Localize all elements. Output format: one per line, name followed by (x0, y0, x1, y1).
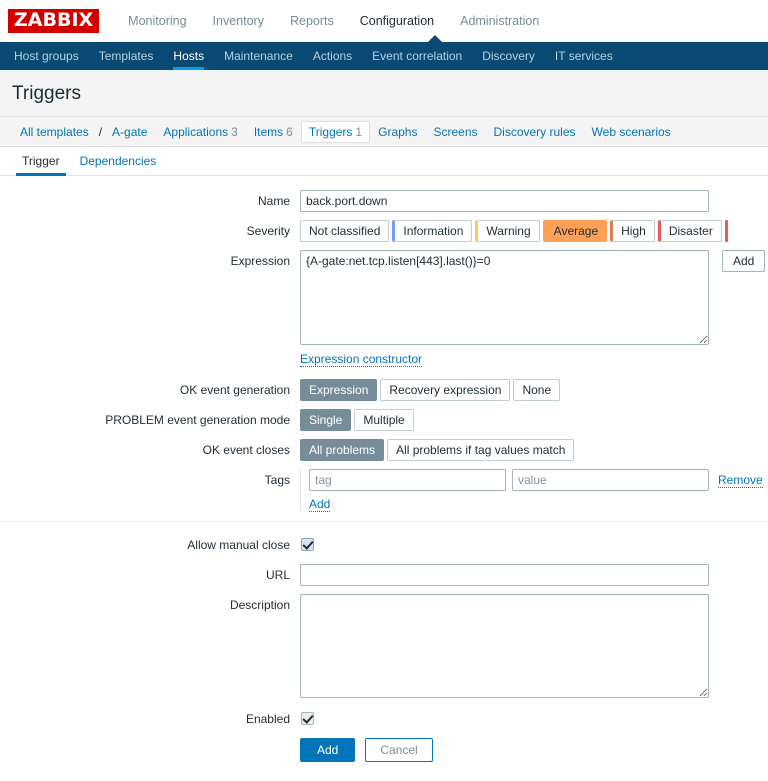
row-ok-event-closes: OK event closes All problems All problem… (0, 439, 768, 461)
problem-event-generation-mode-selector: Single Multiple (300, 409, 417, 431)
problem-mode-option-multiple[interactable]: Multiple (354, 409, 414, 431)
row-tags: Tags Remove Add (0, 469, 768, 512)
section-nav: Host groups Templates Hosts Maintenance … (0, 42, 768, 70)
severity-selector: Not classified Information Warning Avera… (300, 220, 728, 242)
object-tabs: All templates / A-gate Applications 3 Ite… (0, 117, 768, 147)
tag-value-input[interactable] (512, 469, 709, 491)
label-problem-event-generation-mode: PROBLEM event generation mode (105, 413, 290, 427)
expression-constructor-link[interactable]: Expression constructor (300, 352, 423, 367)
ok-event-closes-option-tag-values-match[interactable]: All problems if tag values match (387, 439, 575, 461)
row-ok-event-generation: OK event generation Expression Recovery … (0, 379, 768, 401)
objtab-discovery-rules[interactable]: Discovery rules (486, 121, 584, 143)
problem-mode-option-single[interactable]: Single (300, 409, 352, 431)
severity-option-high[interactable]: High (610, 220, 655, 242)
label-tags: Tags (264, 473, 290, 487)
breadcrumb-all-templates[interactable]: All templates (12, 121, 97, 143)
page-title: Triggers (12, 83, 81, 104)
tag-add-link[interactable]: Add (309, 497, 331, 512)
trigger-form: Name Severity Not classified Information… (0, 176, 768, 762)
page-title-bar: Triggers (0, 70, 768, 117)
label-expression: Expression (230, 254, 290, 268)
tags-table: Remove Add (300, 469, 763, 512)
objtab-screens[interactable]: Screens (425, 121, 485, 143)
ok-event-closes-selector: All problems All problems if tag values … (300, 439, 577, 461)
objtab-items-count: 6 (286, 124, 293, 139)
severity-option-not-classified[interactable]: Not classified (300, 220, 390, 242)
label-enabled: Enabled (245, 712, 290, 726)
menu-item-administration[interactable]: Administration (447, 0, 552, 42)
ok-event-generation-option-expression[interactable]: Expression (300, 379, 378, 401)
allow-manual-close-checkbox[interactable] (301, 538, 314, 551)
ok-event-closes-option-all-problems[interactable]: All problems (300, 439, 385, 461)
row-name: Name (0, 190, 768, 212)
objtab-triggers[interactable]: Triggers 1 (300, 120, 371, 143)
subnav-item-it-services[interactable]: IT services (545, 42, 623, 70)
tag-remove-link[interactable]: Remove (718, 473, 763, 488)
label-ok-event-generation: OK event generation (179, 383, 290, 397)
subnav-item-event-correlation[interactable]: Event correlation (362, 42, 472, 70)
row-url: URL (0, 564, 768, 586)
submit-add-button[interactable]: Add (300, 738, 356, 762)
subnav-item-discovery[interactable]: Discovery (472, 42, 545, 70)
subnav-item-maintenance[interactable]: Maintenance (214, 42, 303, 70)
menu-item-monitoring[interactable]: Monitoring (115, 0, 199, 42)
objtab-applications[interactable]: Applications 3 (155, 121, 245, 143)
row-form-actions: Add Cancel (0, 738, 768, 762)
severity-accent-marker (724, 220, 728, 242)
row-description: Description (0, 594, 768, 698)
menu-item-inventory[interactable]: Inventory (200, 0, 277, 42)
row-enabled: Enabled (0, 708, 768, 730)
url-input[interactable] (300, 564, 709, 586)
name-input[interactable] (300, 190, 709, 212)
breadcrumb-separator: / (98, 124, 103, 139)
tab-trigger[interactable]: Trigger (12, 154, 70, 176)
subnav-item-hosts[interactable]: Hosts (163, 42, 214, 70)
description-textarea[interactable] (300, 594, 709, 698)
ok-event-generation-option-none[interactable]: None (513, 379, 561, 401)
objtab-items-label: Items (253, 124, 284, 139)
main-menu: Monitoring Inventory Reports Configurati… (115, 0, 552, 42)
objtab-triggers-count: 1 (355, 124, 363, 139)
subnav-item-actions[interactable]: Actions (303, 42, 362, 70)
row-allow-manual-close: Allow manual close (0, 534, 768, 556)
label-allow-manual-close: Allow manual close (187, 538, 290, 552)
severity-option-disaster[interactable]: Disaster (657, 220, 722, 242)
ok-event-generation-option-recovery-expression[interactable]: Recovery expression (380, 379, 511, 401)
objtab-web-scenarios[interactable]: Web scenarios (584, 121, 679, 143)
zabbix-logo[interactable]: ZABBIX (8, 9, 100, 33)
expression-add-button[interactable]: Add (722, 250, 766, 272)
objtab-items[interactable]: Items 6 (246, 121, 301, 143)
tag-row: Remove (301, 469, 763, 491)
form-tabs: Trigger Dependencies (0, 147, 768, 176)
top-header: ZABBIX Monitoring Inventory Reports Conf… (0, 0, 768, 42)
severity-option-information[interactable]: Information (392, 220, 473, 242)
label-description: Description (229, 598, 290, 612)
cancel-button[interactable]: Cancel (365, 738, 433, 762)
severity-option-average[interactable]: Average (542, 220, 608, 242)
breadcrumb-host-a-gate[interactable]: A-gate (104, 121, 155, 143)
objtab-graphs[interactable]: Graphs (370, 121, 425, 143)
ok-event-generation-selector: Expression Recovery expression None (300, 379, 563, 401)
objtab-triggers-label: Triggers (308, 124, 353, 139)
subnav-item-host-groups[interactable]: Host groups (4, 42, 89, 70)
enabled-checkbox[interactable] (301, 712, 314, 725)
severity-option-warning[interactable]: Warning (475, 220, 540, 242)
menu-item-configuration[interactable]: Configuration (347, 0, 447, 42)
row-severity: Severity Not classified Information Warn… (0, 220, 768, 242)
label-ok-event-closes: OK event closes (202, 443, 290, 457)
menu-item-reports[interactable]: Reports (277, 0, 347, 42)
subnav-item-templates[interactable]: Templates (89, 42, 164, 70)
objtab-applications-count: 3 (231, 124, 238, 139)
form-divider (0, 521, 768, 522)
label-severity: Severity (246, 224, 290, 238)
expression-textarea[interactable] (300, 250, 709, 345)
row-expression: Expression Add Expression constructor (0, 250, 768, 367)
tab-dependencies[interactable]: Dependencies (70, 154, 167, 175)
label-url: URL (265, 568, 290, 582)
tag-name-input[interactable] (309, 469, 506, 491)
row-problem-event-generation-mode: PROBLEM event generation mode Single Mul… (0, 409, 768, 431)
objtab-applications-label: Applications (163, 124, 229, 139)
label-name: Name (257, 194, 290, 208)
